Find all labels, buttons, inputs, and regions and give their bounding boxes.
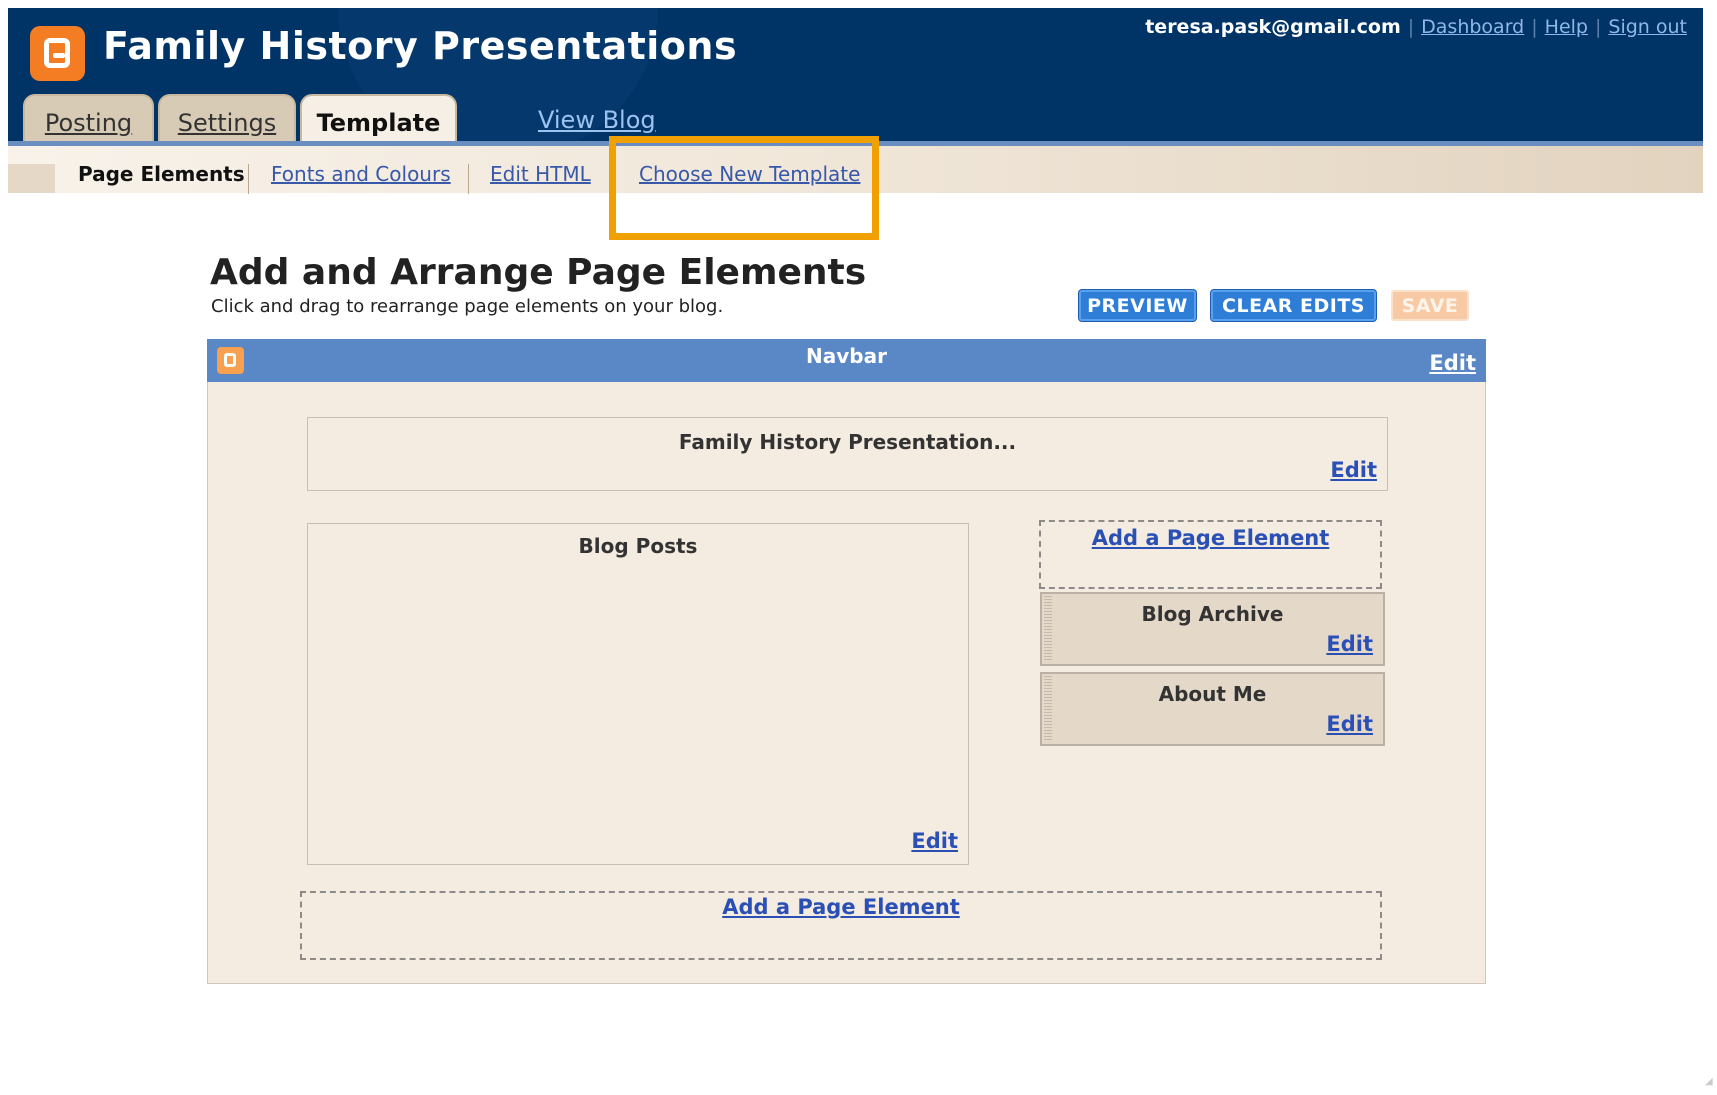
subnav-fonts-and-colours[interactable]: Fonts and Colours (271, 162, 451, 186)
sidebar-add-page-element-link[interactable]: Add a Page Element (1041, 526, 1380, 550)
tab-settings[interactable]: Settings (158, 94, 296, 145)
blog-title: Family History Presentations (103, 24, 738, 68)
blog-posts-widget[interactable]: Blog Posts Edit (307, 523, 969, 865)
user-email: teresa.pask@gmail.com (1145, 16, 1401, 38)
tab-posting[interactable]: Posting (23, 94, 154, 145)
page-subtitle: Click and drag to rearrange page element… (211, 296, 724, 317)
navbar-edit-link[interactable]: Edit (1429, 351, 1476, 375)
sign-out-link[interactable]: Sign out (1608, 16, 1687, 38)
scroll-down-arrow-icon[interactable]: ◢ (1705, 1076, 1715, 1087)
about-me-widget[interactable]: About Me Edit (1040, 672, 1385, 746)
footer-add-page-element-link[interactable]: Add a Page Element (302, 895, 1380, 919)
user-links: teresa.pask@gmail.com | Dashboard | Help | Sig… (1145, 16, 1687, 38)
blogger-logo-icon[interactable] (30, 26, 85, 81)
layout-canvas: Family History Presentation... Edit Blog… (207, 339, 1486, 984)
blog-archive-edit-link[interactable]: Edit (1326, 632, 1373, 656)
view-blog-link[interactable]: View Blog (538, 106, 656, 134)
blog-archive-widget[interactable]: Blog Archive Edit (1040, 592, 1385, 666)
header-widget[interactable]: Family History Presentation... Edit (307, 417, 1388, 491)
header-widget-edit-link[interactable]: Edit (1330, 458, 1377, 482)
preview-button[interactable]: PREVIEW (1079, 290, 1196, 321)
about-me-edit-link[interactable]: Edit (1326, 712, 1373, 736)
about-me-title: About Me (1158, 682, 1267, 706)
page-title: Add and Arrange Page Elements (210, 252, 867, 293)
save-button[interactable]: SAVE (1391, 290, 1469, 321)
sidebar-add-element-box: Add a Page Element (1039, 520, 1382, 589)
help-link[interactable]: Help (1545, 16, 1588, 38)
dashboard-link[interactable]: Dashboard (1421, 16, 1524, 38)
blog-posts-title: Blog Posts (578, 534, 698, 558)
highlight-annotation-box (609, 136, 879, 240)
clear-edits-button[interactable]: CLEAR EDITS (1211, 290, 1376, 321)
blogger-header: Family History Presentations teresa.pask… (8, 8, 1703, 145)
navbar-title: Navbar (806, 344, 887, 368)
subnav-edit-html[interactable]: Edit HTML (490, 162, 591, 186)
header-widget-title: Family History Presentation... (678, 430, 1017, 454)
blog-posts-edit-link[interactable]: Edit (911, 829, 958, 853)
footer-add-element-box: Add a Page Element (300, 891, 1382, 960)
navbar-widget[interactable]: Navbar Edit (207, 339, 1486, 382)
tab-template[interactable]: Template (300, 94, 457, 145)
blog-archive-title: Blog Archive (1141, 602, 1284, 626)
subnav-page-elements[interactable]: Page Elements (78, 162, 245, 186)
window-scrollbar[interactable] (1703, 8, 1717, 1095)
